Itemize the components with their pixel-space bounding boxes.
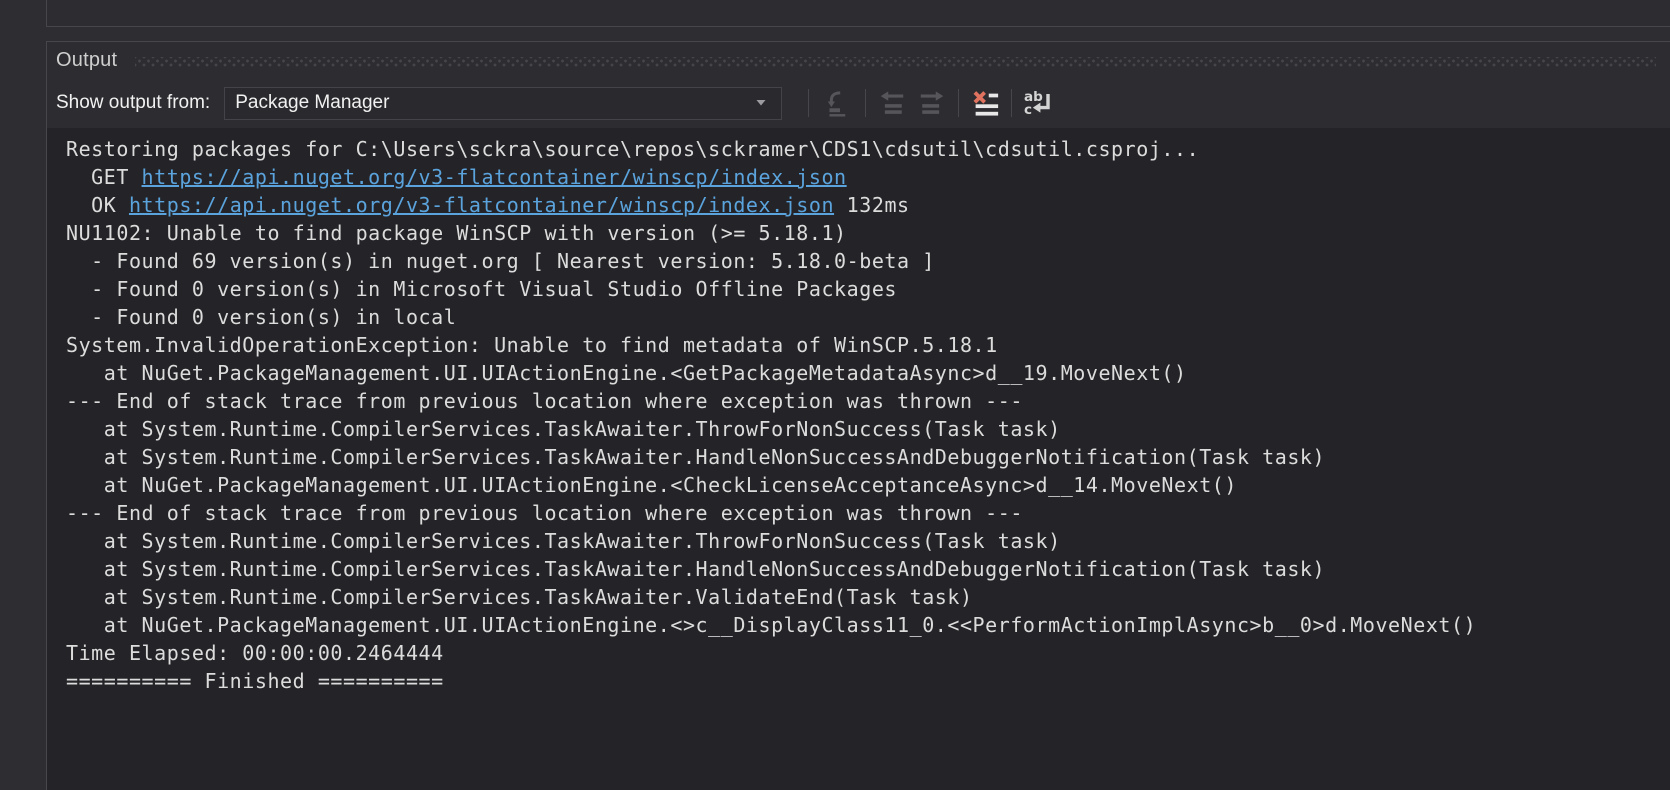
- clear-all-icon: [970, 88, 1000, 118]
- go-to-next-message-button[interactable]: [914, 85, 950, 121]
- output-panel: Output Show output from: Package Manager: [46, 41, 1670, 790]
- console-text: System.InvalidOperationException: Unable…: [66, 333, 998, 357]
- console-text: at NuGet.PackageManagement.UI.UIActionEn…: [66, 361, 1187, 385]
- console-line: ========== Finished ==========: [66, 667, 1670, 695]
- chevron-down-icon: [755, 99, 767, 107]
- output-console[interactable]: Restoring packages for C:\Users\sckra\so…: [47, 128, 1670, 790]
- find-message-in-code-icon: [822, 88, 852, 118]
- toggle-word-wrap-button[interactable]: ab c: [1020, 85, 1056, 121]
- toolbar-separator: [958, 89, 959, 117]
- panel-drag-grip: [135, 57, 1656, 67]
- toolbar-separator: [808, 89, 809, 117]
- console-text: OK: [66, 193, 129, 217]
- console-text: --- End of stack trace from previous loc…: [66, 501, 1023, 525]
- console-text: at System.Runtime.CompilerServices.TaskA…: [66, 585, 973, 609]
- console-text: - Found 0 version(s) in local: [66, 305, 456, 329]
- console-text: ========== Finished ==========: [66, 669, 444, 693]
- go-to-previous-message-button[interactable]: [874, 85, 910, 121]
- console-line: GET https://api.nuget.org/v3-flatcontain…: [66, 163, 1670, 191]
- url-link[interactable]: https://api.nuget.org/v3-flatcontainer/w…: [142, 165, 847, 189]
- console-text: NU1102: Unable to find package WinSCP wi…: [66, 221, 847, 245]
- console-line: at NuGet.PackageManagement.UI.UIActionEn…: [66, 471, 1670, 499]
- panel-title: Output: [56, 49, 117, 72]
- console-line: OK https://api.nuget.org/v3-flatcontaine…: [66, 191, 1670, 219]
- console-text: at System.Runtime.CompilerServices.TaskA…: [66, 557, 1325, 581]
- console-line: at System.Runtime.CompilerServices.TaskA…: [66, 583, 1670, 611]
- console-text: Time Elapsed: 00:00:00.2464444: [66, 641, 444, 665]
- upper-panel-bottom-edge: [46, 0, 1670, 27]
- console-text: at NuGet.PackageManagement.UI.UIActionEn…: [66, 473, 1237, 497]
- clear-all-button[interactable]: [967, 85, 1003, 121]
- console-line: Time Elapsed: 00:00:00.2464444: [66, 639, 1670, 667]
- word-wrap-icon: ab c: [1022, 87, 1054, 119]
- svg-text:c: c: [1024, 102, 1032, 118]
- output-toolbar: Show output from: Package Manager: [47, 78, 1670, 128]
- find-message-in-code-button[interactable]: [819, 85, 855, 121]
- console-text: Restoring packages for C:\Users\sckra\so…: [66, 137, 1199, 161]
- console-line: at NuGet.PackageManagement.UI.UIActionEn…: [66, 611, 1670, 639]
- console-text: GET: [66, 165, 142, 189]
- url-link[interactable]: https://api.nuget.org/v3-flatcontainer/w…: [129, 193, 834, 217]
- show-output-from-label: Show output from:: [56, 92, 210, 114]
- console-text: 132ms: [834, 193, 910, 217]
- console-line: at System.Runtime.CompilerServices.TaskA…: [66, 527, 1670, 555]
- console-line: --- End of stack trace from previous loc…: [66, 499, 1670, 527]
- console-line: at System.Runtime.CompilerServices.TaskA…: [66, 555, 1670, 583]
- console-text: at System.Runtime.CompilerServices.TaskA…: [66, 445, 1325, 469]
- console-text: at NuGet.PackageManagement.UI.UIActionEn…: [66, 613, 1476, 637]
- console-text: at System.Runtime.CompilerServices.TaskA…: [66, 529, 1061, 553]
- console-line: --- End of stack trace from previous loc…: [66, 387, 1670, 415]
- console-line: Restoring packages for C:\Users\sckra\so…: [66, 135, 1670, 163]
- console-line: at System.Runtime.CompilerServices.TaskA…: [66, 415, 1670, 443]
- console-text: --- End of stack trace from previous loc…: [66, 389, 1023, 413]
- output-title-bar[interactable]: Output: [47, 42, 1670, 78]
- console-text: - Found 0 version(s) in Microsoft Visual…: [66, 277, 897, 301]
- console-text: - Found 69 version(s) in nuget.org [ Nea…: [66, 249, 935, 273]
- toolbar-separator: [865, 89, 866, 117]
- console-text: at System.Runtime.CompilerServices.TaskA…: [66, 417, 1061, 441]
- console-line: - Found 0 version(s) in Microsoft Visual…: [66, 275, 1670, 303]
- console-line: NU1102: Unable to find package WinSCP wi…: [66, 219, 1670, 247]
- output-source-value: Package Manager: [235, 92, 755, 114]
- console-line: System.InvalidOperationException: Unable…: [66, 331, 1670, 359]
- console-line: at System.Runtime.CompilerServices.TaskA…: [66, 443, 1670, 471]
- console-line: - Found 69 version(s) in nuget.org [ Nea…: [66, 247, 1670, 275]
- output-source-dropdown[interactable]: Package Manager: [224, 87, 782, 120]
- toolbar-separator: [1011, 89, 1012, 117]
- console-line: at NuGet.PackageManagement.UI.UIActionEn…: [66, 359, 1670, 387]
- next-message-icon: [917, 88, 947, 118]
- console-line: - Found 0 version(s) in local: [66, 303, 1670, 331]
- previous-message-icon: [877, 88, 907, 118]
